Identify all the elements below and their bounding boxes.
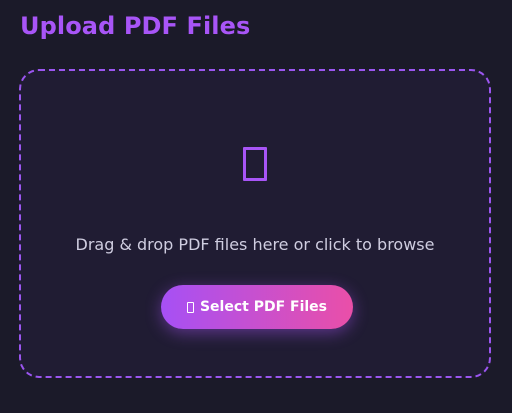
- select-pdf-files-button[interactable]: Select PDF Files: [161, 285, 353, 329]
- file-glyph-icon: [186, 301, 194, 313]
- page-title: Upload PDF Files: [20, 12, 251, 40]
- select-pdf-files-label: Select PDF Files: [199, 299, 328, 315]
- drop-instruction: Drag & drop PDF files here or click to b…: [75, 235, 435, 254]
- pdf-drop-zone[interactable]: Drag & drop PDF files here or click to b…: [19, 69, 491, 378]
- file-glyph-icon: [243, 147, 267, 181]
